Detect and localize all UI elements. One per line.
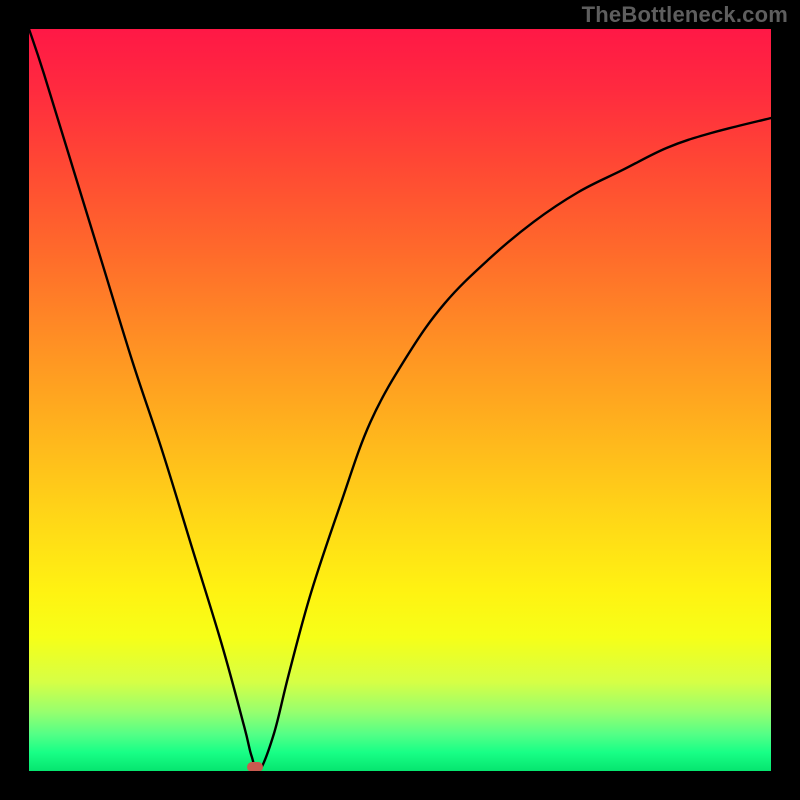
chart-frame: TheBottleneck.com: [0, 0, 800, 800]
bottleneck-curve-path: [29, 29, 771, 771]
plot-area: [29, 29, 771, 771]
minimum-marker: [247, 762, 263, 771]
watermark-text: TheBottleneck.com: [582, 2, 788, 28]
curve-svg: [29, 29, 771, 771]
